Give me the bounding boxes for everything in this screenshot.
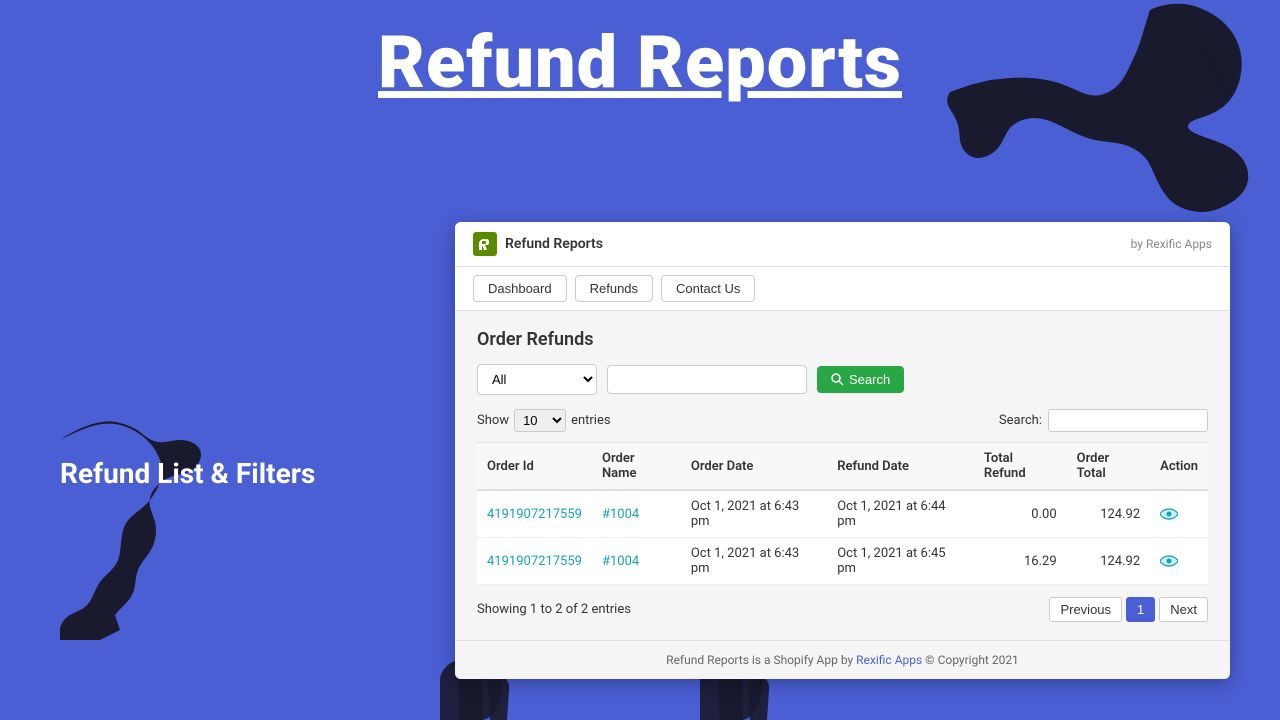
cell-order-total: 124.92 bbox=[1067, 538, 1151, 585]
tab-refunds[interactable]: Refunds bbox=[575, 275, 653, 302]
cell-order-name: #1004 bbox=[592, 538, 681, 585]
cell-total-refund: 0.00 bbox=[974, 490, 1067, 538]
cell-refund-date: Oct 1, 2021 at 6:44 pm bbox=[827, 490, 974, 538]
view-action-icon[interactable] bbox=[1160, 505, 1178, 524]
table-search-input[interactable] bbox=[1048, 409, 1208, 432]
search-btn-label: Search bbox=[849, 372, 890, 387]
entries-label: entries bbox=[571, 413, 611, 428]
dino-left-icon bbox=[60, 360, 280, 640]
cell-order-total: 124.92 bbox=[1067, 490, 1151, 538]
col-order-name: Order Name bbox=[592, 443, 681, 491]
next-page-button[interactable]: Next bbox=[1159, 597, 1208, 622]
view-action-icon[interactable] bbox=[1160, 552, 1178, 571]
cell-action bbox=[1150, 538, 1208, 585]
entries-select[interactable]: 10 25 50 100 bbox=[514, 409, 566, 432]
tab-contact[interactable]: Contact Us bbox=[661, 275, 755, 302]
cell-order-id: 4191907217559 bbox=[477, 538, 592, 585]
table-row: 4191907217559 #1004 Oct 1, 2021 at 6:43 … bbox=[477, 490, 1208, 538]
col-action: Action bbox=[1150, 443, 1208, 491]
cell-action bbox=[1150, 490, 1208, 538]
table-header-row: Order Id Order Name Order Date Refund Da… bbox=[477, 443, 1208, 491]
orders-table: Order Id Order Name Order Date Refund Da… bbox=[477, 442, 1208, 585]
filter-row: All Search bbox=[477, 364, 1208, 395]
col-order-date: Order Date bbox=[681, 443, 827, 491]
search-icon bbox=[831, 373, 844, 386]
app-footer: Refund Reports is a Shopify App by Rexif… bbox=[455, 640, 1230, 679]
footer-text-after: © Copyright 2021 bbox=[922, 653, 1019, 667]
filter-select[interactable]: All bbox=[477, 364, 597, 395]
prev-page-button[interactable]: Previous bbox=[1049, 597, 1122, 622]
order-name-link[interactable]: #1004 bbox=[602, 554, 639, 569]
table-row: 4191907217559 #1004 Oct 1, 2021 at 6:43 … bbox=[477, 538, 1208, 585]
col-order-id: Order Id bbox=[477, 443, 592, 491]
app-card: Refund Reports by Rexific Apps Dashboard… bbox=[455, 222, 1230, 679]
search-button[interactable]: Search bbox=[817, 366, 904, 393]
pagination-row: Showing 1 to 2 of 2 entries Previous 1 N… bbox=[477, 597, 1208, 622]
nav-tabs: Dashboard Refunds Contact Us bbox=[455, 267, 1230, 311]
order-id-link[interactable]: 4191907217559 bbox=[487, 507, 582, 522]
app-logo-icon bbox=[473, 232, 497, 256]
table-body: 4191907217559 #1004 Oct 1, 2021 at 6:43 … bbox=[477, 490, 1208, 585]
search-right-label: Search: bbox=[999, 413, 1042, 428]
cell-total-refund: 16.29 bbox=[974, 538, 1067, 585]
cell-order-id: 4191907217559 bbox=[477, 490, 592, 538]
order-name-link[interactable]: #1004 bbox=[602, 507, 639, 522]
app-by-label: by Rexific Apps bbox=[1131, 237, 1212, 251]
cell-order-date: Oct 1, 2021 at 6:43 pm bbox=[681, 490, 827, 538]
col-order-total: Order Total bbox=[1067, 443, 1151, 491]
app-title: Refund Reports bbox=[505, 236, 603, 252]
pagination-controls: Previous 1 Next bbox=[1049, 597, 1208, 622]
col-refund-date: Refund Date bbox=[827, 443, 974, 491]
entries-row: Show 10 25 50 100 entries Search: bbox=[477, 409, 1208, 432]
footer-link[interactable]: Rexific Apps bbox=[856, 653, 922, 667]
search-right: Search: bbox=[999, 409, 1208, 432]
main-content: Order Refunds All Search Show 10 25 bbox=[455, 311, 1230, 640]
current-page-button[interactable]: 1 bbox=[1126, 597, 1155, 622]
cell-order-date: Oct 1, 2021 at 6:43 pm bbox=[681, 538, 827, 585]
app-header-left: Refund Reports bbox=[473, 232, 603, 256]
side-text: Refund List & Filters bbox=[60, 457, 315, 490]
order-id-link[interactable]: 4191907217559 bbox=[487, 554, 582, 569]
entries-left: Show 10 25 50 100 entries bbox=[477, 409, 611, 432]
showing-text: Showing 1 to 2 of 2 entries bbox=[477, 602, 631, 617]
col-total-refund: Total Refund bbox=[974, 443, 1067, 491]
cell-order-name: #1004 bbox=[592, 490, 681, 538]
tab-dashboard[interactable]: Dashboard bbox=[473, 275, 567, 302]
footer-text-before: Refund Reports is a Shopify App by bbox=[666, 653, 856, 667]
page-bg-title: Refund Reports bbox=[0, 20, 1280, 105]
show-label: Show bbox=[477, 413, 509, 428]
section-title: Order Refunds bbox=[477, 329, 1208, 350]
app-header: Refund Reports by Rexific Apps bbox=[455, 222, 1230, 267]
filter-input[interactable] bbox=[607, 365, 807, 394]
cell-refund-date: Oct 1, 2021 at 6:45 pm bbox=[827, 538, 974, 585]
